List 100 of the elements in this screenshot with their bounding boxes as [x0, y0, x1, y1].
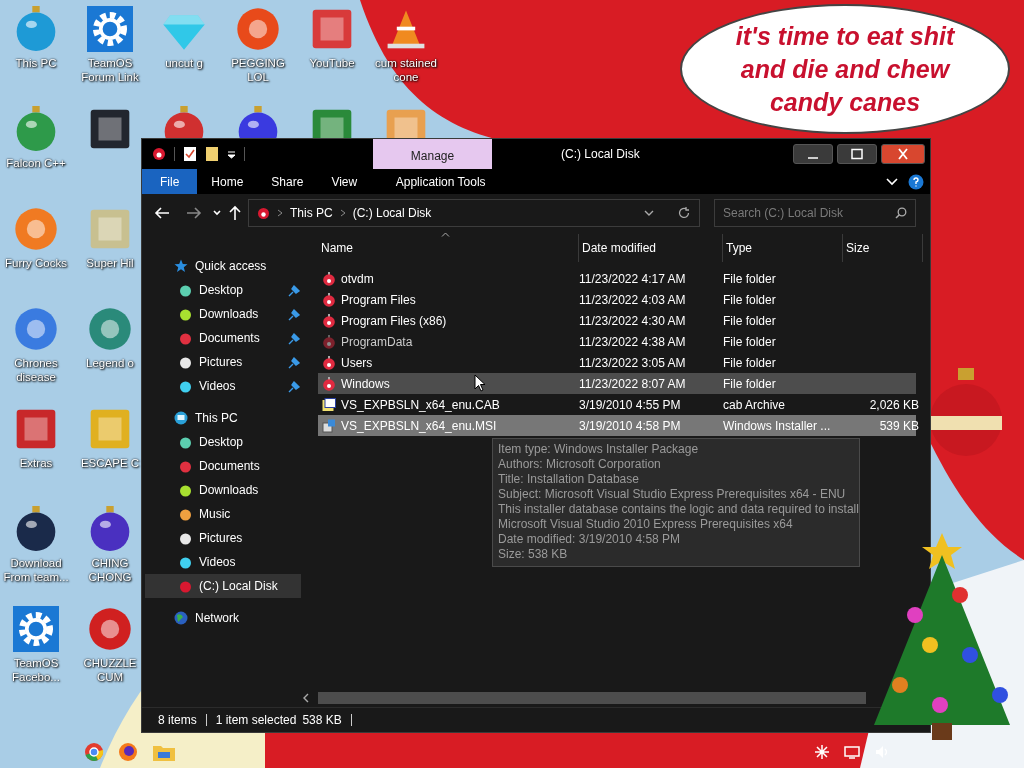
ribbon-tab[interactable]: File	[142, 169, 198, 194]
scrollbar-thumb[interactable]	[318, 692, 866, 704]
chevron-right-icon[interactable]	[277, 209, 283, 217]
date-modified: 11/23/2022 4:03 AM	[579, 292, 687, 307]
star-icon	[174, 259, 188, 273]
file-name: Windows	[341, 376, 390, 391]
file-row[interactable]: otvdm 11/23/2022 4:17 AM File folder	[318, 268, 916, 289]
column-header[interactable]: Size	[843, 234, 923, 262]
file-type: File folder	[723, 271, 777, 286]
tooltip: Item type: Windows Installer Package Authors: Microsoft Corporation Title: Installation Database Subject: Microsoft Visual Studio Express Prerequisites x64 - ENU This installer database contains the logic and data required to install Microsoft Visual Studio 2010 Express Prerequisites x64 Date modified: 3/19/2010 4:58 PM Size: 538 KB	[492, 438, 860, 567]
speech-bubble-text: it's time to eat shit	[735, 20, 955, 52]
nav-tree-item[interactable]: Documents	[145, 326, 301, 350]
forward-arrow-icon[interactable]	[186, 206, 202, 220]
file-type: File folder	[723, 313, 777, 328]
ribbon-tab[interactable]: View	[317, 169, 372, 194]
file-row[interactable]: Program Files (x86) 11/23/2022 4:30 AM File folder	[318, 310, 916, 331]
nav-tree-item[interactable]: Music	[145, 502, 301, 526]
refresh-icon[interactable]	[677, 206, 691, 220]
globe-icon	[174, 611, 188, 625]
nav-tree-item[interactable]: Downloads	[145, 302, 301, 326]
back-arrow-icon[interactable]	[154, 206, 170, 220]
chevron-right-icon[interactable]	[339, 209, 346, 217]
ribbon-tab[interactable]: Application Tools	[381, 169, 501, 194]
mouse-cursor-icon	[474, 374, 486, 392]
file-row[interactable]: Users 11/23/2022 3:05 AM File folder	[318, 352, 916, 373]
pin-icon[interactable]	[288, 307, 301, 321]
nav-tree-item[interactable]: Desktop	[145, 430, 301, 454]
file-name: Program Files	[341, 292, 416, 307]
nav-tree-item[interactable]: Documents	[145, 454, 301, 478]
file-size: 2,026 KB	[868, 397, 919, 412]
file-name: Program Files (x86)	[341, 313, 447, 328]
date-modified: 3/19/2010 4:55 PM	[579, 397, 682, 412]
up-arrow-icon[interactable]	[228, 205, 242, 221]
file-row[interactable]: Program Files 11/23/2022 4:03 AM File folder	[318, 289, 916, 310]
date-modified: 11/23/2022 4:30 AM	[579, 313, 687, 328]
address-bar[interactable]: This PC (C:) Local Disk	[248, 199, 700, 227]
chrome-icon[interactable]	[84, 742, 104, 762]
nav-tree-item[interactable]: Quick access	[145, 254, 301, 278]
nav-tree-item[interactable]: Pictures	[145, 350, 301, 374]
context-tab-label[interactable]: Manage	[373, 139, 492, 169]
status-text: 538 KB	[302, 713, 342, 727]
column-header[interactable]: Name	[318, 234, 579, 262]
snowflake-icon	[814, 744, 830, 760]
ribbon-tab[interactable]: Share	[257, 169, 318, 194]
maximize-icon	[850, 148, 864, 160]
nav-tree-item[interactable]: Downloads	[145, 478, 301, 502]
ribbon-tab[interactable]: Home	[197, 169, 258, 194]
file-name: otvdm	[341, 271, 374, 286]
firefox-icon[interactable]	[118, 742, 138, 762]
nav-tree-item[interactable]: Desktop	[145, 278, 301, 302]
breadcrumb[interactable]: (C:) Local Disk	[352, 206, 432, 220]
breadcrumb[interactable]: This PC	[290, 206, 333, 220]
maximize-button[interactable]	[837, 144, 877, 164]
date-modified: 11/23/2022 8:07 AM	[579, 376, 687, 391]
search-field[interactable]: Search (C:) Local Disk	[714, 199, 916, 227]
properties-icon[interactable]	[183, 146, 197, 162]
close-button[interactable]	[881, 144, 925, 164]
nav-tree-item[interactable]: Videos	[145, 550, 301, 574]
file-row[interactable]: Windows 11/23/2022 8:07 AM File folder	[318, 373, 916, 394]
file-type: File folder	[723, 334, 777, 349]
help-icon[interactable]	[908, 173, 924, 190]
window-title: (C:) Local Disk	[560, 147, 641, 161]
file-name: VS_EXPBSLN_x64_enu.CAB	[341, 397, 500, 412]
file-type: File folder	[723, 376, 777, 391]
nav-tree-item[interactable]: This PC	[145, 406, 301, 430]
close-icon	[896, 148, 910, 160]
monitor-icon[interactable]	[844, 744, 860, 760]
minimize-button[interactable]	[793, 144, 833, 164]
pin-icon[interactable]	[288, 283, 301, 297]
date-modified: 11/23/2022 3:05 AM	[579, 355, 687, 370]
date-modified: 11/23/2022 4:17 AM	[579, 271, 687, 286]
status-text: 1 item selected	[215, 713, 297, 727]
disk-icon	[257, 206, 270, 220]
file-name: VS_EXPBSLN_x64_enu.MSI	[341, 418, 497, 433]
chevron-down-icon[interactable]	[644, 209, 654, 217]
pin-icon[interactable]	[288, 331, 301, 345]
nav-tree-item[interactable]: Network	[145, 606, 301, 630]
speech-bubble-text: candy canes	[769, 86, 921, 118]
dropdown-icon[interactable]	[227, 149, 236, 159]
folder-icon[interactable]	[205, 146, 219, 162]
chevron-down-icon[interactable]	[886, 176, 898, 187]
scroll-left-icon[interactable]	[302, 693, 310, 703]
column-header[interactable]: Type	[723, 234, 843, 262]
file-name: Users	[341, 355, 373, 370]
file-name: ProgramData	[341, 334, 413, 349]
date-modified: 3/19/2010 4:58 PM	[579, 418, 682, 433]
file-type: File folder	[723, 355, 777, 370]
nav-tree-item[interactable]: (C:) Local Disk	[145, 574, 301, 598]
search-icon	[895, 207, 907, 219]
file-type: cab Archive	[723, 397, 787, 412]
speech-bubble-text: and die and chew	[740, 53, 950, 85]
file-row[interactable]: ProgramData 11/23/2022 4:38 AM File folder	[318, 331, 916, 352]
file-type: Windows Installer ...	[723, 418, 832, 433]
nav-tree-item[interactable]: Videos	[145, 374, 301, 398]
column-header[interactable]: Date modified	[579, 234, 723, 262]
pin-icon[interactable]	[288, 355, 301, 369]
nav-tree-item[interactable]: Pictures	[145, 526, 301, 550]
pin-icon[interactable]	[288, 379, 301, 393]
sort-caret-icon	[441, 232, 450, 237]
disk-icon[interactable]	[152, 147, 166, 161]
